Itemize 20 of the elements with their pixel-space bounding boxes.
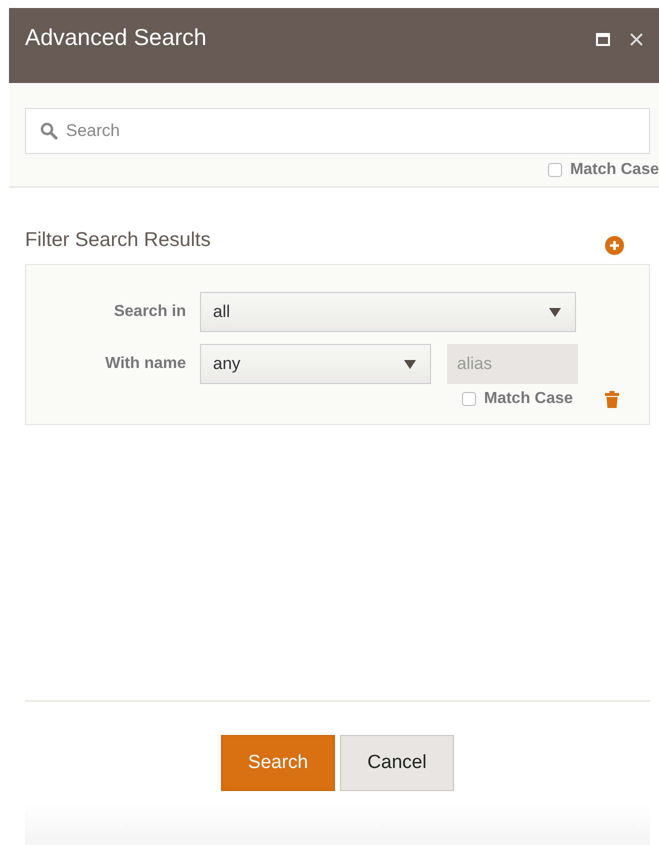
match-case-checkbox[interactable] [548,163,562,177]
match-case-checkbox[interactable] [462,392,476,406]
field-label: With name [104,355,187,373]
dropdown-arrow-icon [404,360,416,368]
alias-field[interactable]: alias [447,344,578,384]
cancel-button[interactable]: Cancel [340,735,454,791]
search-field[interactable]: Search [25,108,650,154]
dropdown-arrow-icon [549,308,561,316]
trash-icon[interactable] [604,390,619,408]
section-title: Filter Search Results [25,229,212,252]
search-icon [40,122,58,140]
dropdown[interactable]: any [200,344,431,384]
maximize-icon[interactable] [596,33,610,46]
match-case-label: Match Case [570,161,659,179]
close-icon[interactable] [630,33,643,46]
match-case-label: Match Case [484,390,573,408]
add-icon[interactable] [605,236,624,255]
window-title: Advanced Search [25,24,208,51]
dropdown[interactable]: all [200,292,576,332]
field-label: Search in [112,303,187,321]
